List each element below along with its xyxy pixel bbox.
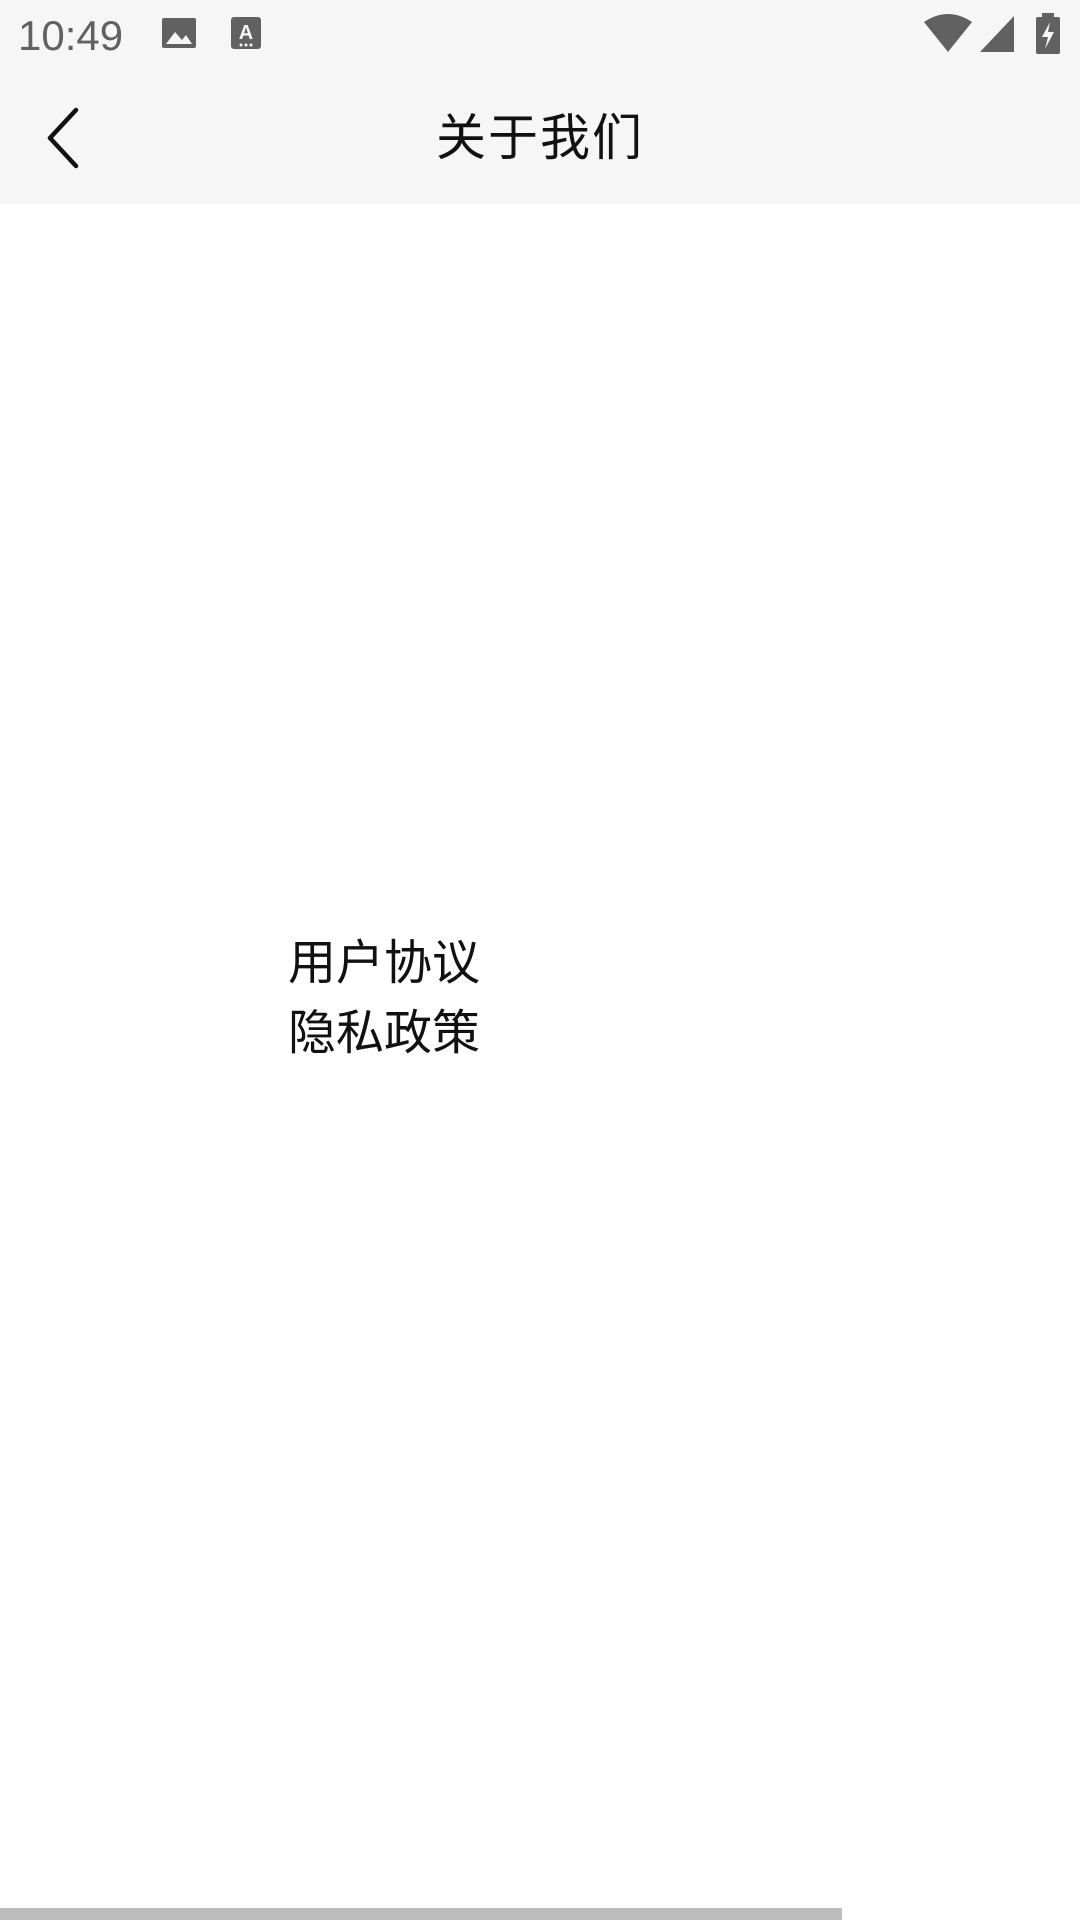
status-time: 10:49 — [18, 12, 124, 59]
wifi-icon — [924, 14, 972, 52]
battery-charging-icon — [1036, 13, 1060, 54]
cellular-signal-icon — [980, 16, 1014, 52]
svg-text:A: A — [239, 22, 253, 44]
text-a-icon: A — [231, 17, 261, 49]
page-title: 关于我们 — [436, 109, 644, 167]
status-bar: 10:49 A — [0, 0, 1080, 72]
user-agreement-link[interactable]: 用户协议 — [288, 928, 480, 998]
privacy-policy-link[interactable]: 隐私政策 — [288, 998, 480, 1068]
back-button[interactable] — [24, 96, 108, 180]
content-area: 用户协议 隐私政策 — [0, 204, 1080, 1920]
app-bar: 关于我们 — [0, 72, 1080, 204]
scroll-indicator — [0, 1908, 842, 1920]
chevron-left-icon — [47, 107, 79, 169]
image-icon — [162, 18, 196, 48]
